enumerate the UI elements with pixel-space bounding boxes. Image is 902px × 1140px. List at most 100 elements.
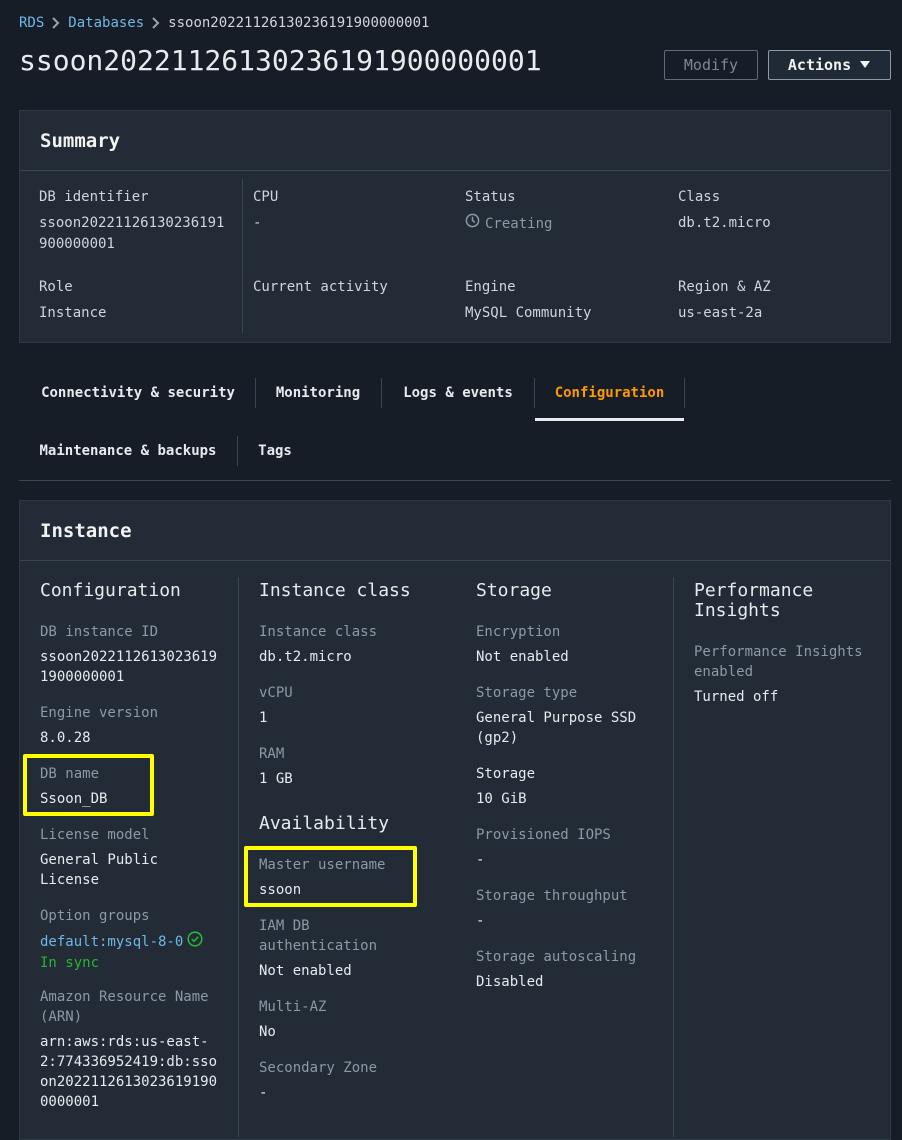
performance-title-line2: Insights — [694, 600, 781, 621]
arn-label: Amazon Resource Name (ARN) — [40, 987, 217, 1027]
instance-panel: Instance Configuration DB instance ID ss… — [19, 500, 891, 1140]
db-instance-id-field: DB instance ID ssoon2022112613023619 190… — [40, 622, 217, 687]
chevron-right-icon — [44, 15, 68, 31]
summary-cpu: CPU - — [253, 189, 278, 234]
license-model-field: License model General Public License — [40, 825, 158, 890]
current-activity-label: Current activity — [253, 279, 388, 295]
multi-az-value: No — [259, 1024, 276, 1040]
tab-tags[interactable]: Tags — [250, 429, 300, 473]
chevron-right-icon — [144, 15, 168, 31]
performance-title-line1: Performance — [694, 580, 814, 601]
role-label: Role — [39, 279, 73, 295]
class-value: db.t2.micro — [678, 215, 771, 231]
arn-line2: 2:774336952419:db:sso — [40, 1054, 218, 1070]
encryption-label: Encryption — [476, 624, 561, 640]
summary-region: Region & AZ us-east-2a — [678, 279, 771, 324]
option-groups-label: Option groups — [40, 908, 150, 924]
cpu-label: CPU — [253, 189, 279, 205]
option-groups-value: default:mysql-8-0 In sync — [40, 931, 203, 973]
ram-label: RAM — [259, 746, 285, 762]
tab-monitoring[interactable]: Monitoring — [268, 371, 368, 415]
cpu-value: - — [253, 215, 262, 231]
breadcrumb-databases-link[interactable]: Databases — [68, 15, 144, 31]
region-label: Region & AZ — [678, 279, 771, 295]
secondary-zone-label: Secondary Zone — [259, 1060, 378, 1076]
tab-configuration[interactable]: Configuration — [535, 371, 684, 415]
instance-class-field: Instance class db.t2.micro — [259, 622, 377, 667]
performance-insights-title: Performance Insights — [694, 581, 813, 621]
breadcrumb-rds-link[interactable]: RDS — [19, 15, 44, 31]
summary-activity: Current activity — [253, 279, 388, 295]
autoscaling-label: Storage autoscaling — [476, 949, 637, 965]
iops-field: Provisioned IOPS - — [476, 825, 611, 870]
summary-col-4: Class db.t2.micro Region & AZ us-east-2a — [668, 179, 892, 333]
engine-version-value: 8.0.28 — [40, 730, 91, 746]
storage-type-field: Storage type General Purpose SSD (gp2) — [476, 683, 636, 748]
instance-class-value: db.t2.micro — [259, 649, 352, 665]
iam-auth-label: IAM DB authentication — [259, 916, 377, 956]
tab-divider — [255, 378, 256, 408]
ram-value: 1 GB — [259, 771, 293, 787]
actions-button-label: Actions — [787, 56, 852, 74]
engine-version-label: Engine version — [40, 705, 159, 721]
tab-divider — [381, 378, 382, 408]
caret-down-icon — [859, 56, 871, 74]
storage-type-line2: (gp2) — [476, 730, 519, 746]
vcpu-label: vCPU — [259, 685, 293, 701]
tab-connectivity[interactable]: Connectivity & security — [38, 371, 238, 415]
configuration-title: Configuration — [40, 580, 181, 601]
modify-button[interactable]: Modify — [664, 50, 758, 80]
breadcrumb: RDS Databases ssoon202211261302361919000… — [19, 15, 429, 31]
throughput-field: Storage throughput - — [476, 886, 628, 931]
secondary-zone-value: - — [259, 1085, 268, 1101]
storage-type-line1: General Purpose SSD — [476, 710, 637, 726]
throughput-label: Storage throughput — [476, 888, 628, 904]
summary-panel: Summary DB identifier ssoon2022112613023… — [19, 110, 891, 343]
iops-value: - — [476, 852, 485, 868]
db-identifier-line1: ssoon20221126130236191 — [39, 215, 225, 231]
tab-logs[interactable]: Logs & events — [395, 371, 521, 415]
breadcrumb-current: ssoon20221126130236191900000001 — [168, 15, 430, 31]
encryption-field: Encryption Not enabled — [476, 622, 569, 667]
vcpu-field: vCPU 1 — [259, 683, 293, 728]
storage-type-label: Storage type — [476, 685, 578, 701]
autoscaling-value: Disabled — [476, 974, 544, 990]
db-identifier-label: DB identifier — [39, 189, 149, 205]
engine-value: MySQL Community — [465, 305, 592, 321]
option-group-link[interactable]: default:mysql-8-0 — [40, 932, 183, 952]
status-text: Creating — [485, 215, 553, 232]
instance-title: Instance — [20, 501, 890, 561]
performance-enabled-label-line2: enabled — [694, 664, 754, 680]
role-value: Instance — [39, 305, 107, 321]
status-value: Creating — [465, 213, 552, 235]
performance-enabled-label: Performance Insights enabled — [694, 642, 863, 682]
summary-title: Summary — [20, 111, 890, 171]
performance-enabled-field: Performance Insights enabled Turned off — [694, 642, 863, 707]
db-identifier-value: ssoon20221126130236191 900000001 — [39, 213, 224, 255]
storage-title: Storage — [476, 580, 552, 601]
storage-column: Storage Encryption Not enabled Storage t… — [456, 577, 673, 1137]
region-value: us-east-2a — [678, 305, 763, 321]
summary-role: Role Instance — [39, 279, 106, 324]
license-model-value: General Public License — [40, 850, 158, 890]
encryption-value: Not enabled — [476, 649, 569, 665]
performance-enabled-label-line1: Performance Insights — [694, 644, 863, 660]
arn-value: arn:aws:rds:us-east- 2:774336952419:db:s… — [40, 1032, 217, 1112]
db-instance-id-line1: ssoon2022112613023619 — [40, 649, 218, 665]
clock-icon — [465, 213, 480, 235]
multi-az-field: Multi-AZ No — [259, 997, 326, 1042]
tab-divider — [684, 378, 685, 408]
actions-button[interactable]: Actions — [768, 50, 891, 80]
iam-auth-label-line1: IAM DB — [259, 918, 310, 934]
tabs-divider-line — [19, 480, 891, 481]
arn-field: Amazon Resource Name (ARN) arn:aws:rds:u… — [40, 987, 217, 1112]
option-group-status: In sync — [40, 955, 100, 971]
availability-title: Availability — [259, 813, 390, 834]
arn-line1: arn:aws:rds:us-east- — [40, 1034, 209, 1050]
tab-maintenance[interactable]: Maintenance & backups — [32, 429, 224, 473]
summary-status: Status Creating — [465, 189, 552, 235]
iops-label: Provisioned IOPS — [476, 827, 611, 843]
iam-auth-value: Not enabled — [259, 963, 352, 979]
iam-auth-label-line2: authentication — [259, 938, 378, 954]
arn-line3: on2022112613023619190 — [40, 1074, 218, 1090]
